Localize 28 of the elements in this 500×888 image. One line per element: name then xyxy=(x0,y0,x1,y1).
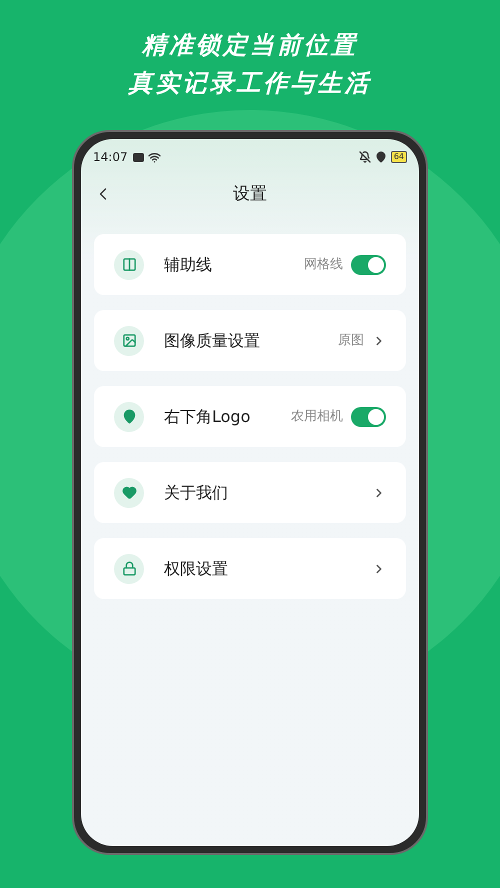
location-pin-icon xyxy=(114,402,144,432)
columns-icon xyxy=(114,250,144,280)
settings-card[interactable]: 辅助线 网格线 xyxy=(94,234,406,295)
bell-off-icon xyxy=(358,151,371,163)
notification-icon xyxy=(132,152,144,162)
settings-card[interactable]: 权限设置 xyxy=(94,538,406,599)
settings-card[interactable]: 右下角Logo 农用相机 xyxy=(94,386,406,447)
location-icon xyxy=(374,151,387,163)
toggle-switch[interactable] xyxy=(351,254,386,274)
setting-value: 网格线 xyxy=(304,256,343,274)
settings-card[interactable]: 关于我们 xyxy=(94,462,406,523)
setting-value: 原图 xyxy=(338,332,364,350)
setting-label: 辅助线 xyxy=(164,254,212,276)
setting-value: 农用相机 xyxy=(291,408,343,426)
page-title: 设置 xyxy=(233,183,267,206)
battery-level: 64 xyxy=(390,151,407,163)
settings-card[interactable]: 图像质量设置 原图 xyxy=(94,310,406,371)
setting-label: 关于我们 xyxy=(164,482,228,504)
toggle-switch[interactable] xyxy=(351,406,386,426)
headline: 真实记录工作与生活 xyxy=(128,68,372,99)
status-time: 14:07 xyxy=(93,149,128,166)
lock-icon xyxy=(114,554,144,584)
setting-label: 右下角Logo xyxy=(164,406,250,428)
wifi-icon xyxy=(148,150,161,164)
headline: 精准锁定当前位置 xyxy=(142,30,358,61)
setting-label: 图像质量设置 xyxy=(164,330,260,352)
setting-label: 权限设置 xyxy=(164,558,228,580)
image-icon xyxy=(114,326,144,356)
